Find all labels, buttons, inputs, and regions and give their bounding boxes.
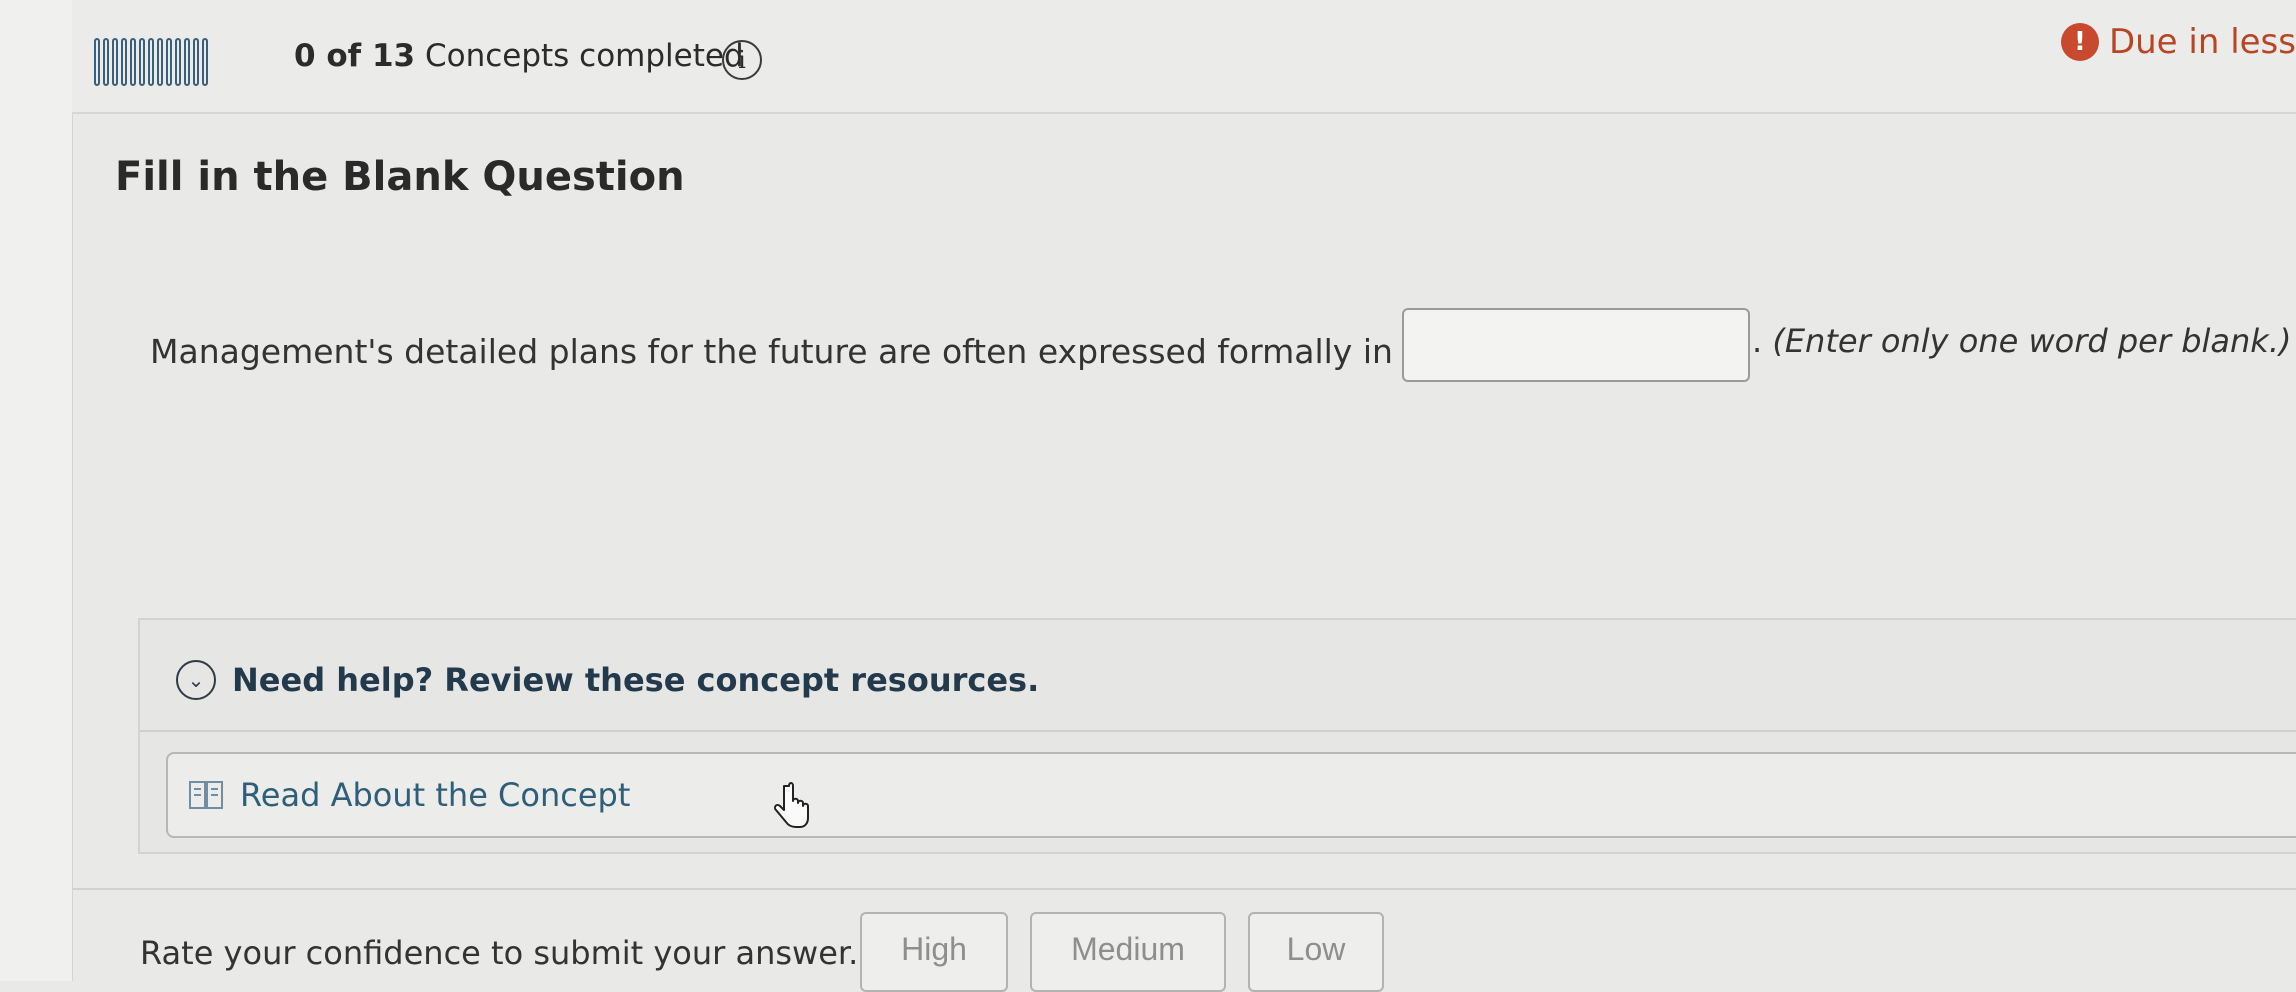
info-icon[interactable]: i xyxy=(722,40,762,80)
concept-progress-bar xyxy=(94,38,208,86)
read-about-concept-button[interactable]: Read About the Concept xyxy=(166,752,2296,838)
progress-segment xyxy=(121,38,127,86)
progress-label: Concepts completed xyxy=(424,38,744,74)
progress-segment xyxy=(94,38,100,86)
book-icon xyxy=(189,781,223,809)
progress-segment xyxy=(175,38,181,86)
confidence-prompt: Rate your confidence to submit your answ… xyxy=(140,934,859,972)
due-text: Due in less xyxy=(2108,22,2296,62)
progress-text: 0 of 13 Concepts completed xyxy=(294,38,744,74)
chevron-down-circle-icon: ⌄ xyxy=(176,660,216,700)
confidence-low-button[interactable]: Low xyxy=(1248,912,1384,992)
help-toggle[interactable]: ⌄ Need help? Review these concept resour… xyxy=(176,660,1039,700)
progress-segment xyxy=(103,38,109,86)
progress-segment xyxy=(148,38,154,86)
left-edge xyxy=(0,0,73,981)
confidence-section: Rate your confidence to submit your answ… xyxy=(72,888,2296,992)
confidence-high-button[interactable]: High xyxy=(860,912,1008,992)
progress-segment xyxy=(130,38,136,86)
blank-hint: . (Enter only one word per blank.) xyxy=(1752,322,2292,360)
help-label: Need help? Review these concept resource… xyxy=(232,661,1040,699)
progress-segment xyxy=(139,38,145,86)
answer-blank-input[interactable] xyxy=(1402,308,1750,382)
progress-segment xyxy=(193,38,199,86)
progress-count: 0 of 13 xyxy=(294,38,416,74)
read-about-concept-label: Read About the Concept xyxy=(240,776,631,814)
help-panel: ⌄ Need help? Review these concept resour… xyxy=(138,618,2296,854)
progress-segment xyxy=(184,38,190,86)
progress-segment xyxy=(166,38,172,86)
hand-pointer-cursor-icon xyxy=(773,782,809,828)
progress-header: 0 of 13 Concepts completed i ! Due in le… xyxy=(72,0,2296,114)
hint-text: (Enter only one word per blank.) xyxy=(1772,322,2292,360)
question-title: Fill in the Blank Question xyxy=(115,154,685,200)
question-prompt: Management's detailed plans for the futu… xyxy=(150,332,1471,371)
divider xyxy=(140,730,2296,732)
due-indicator[interactable]: ! Due in less xyxy=(2060,22,2296,62)
alert-icon: ! xyxy=(2060,23,2099,61)
progress-segment xyxy=(157,38,163,86)
progress-segment xyxy=(112,38,118,86)
confidence-medium-button[interactable]: Medium xyxy=(1030,912,1226,992)
progress-segment xyxy=(202,38,208,86)
